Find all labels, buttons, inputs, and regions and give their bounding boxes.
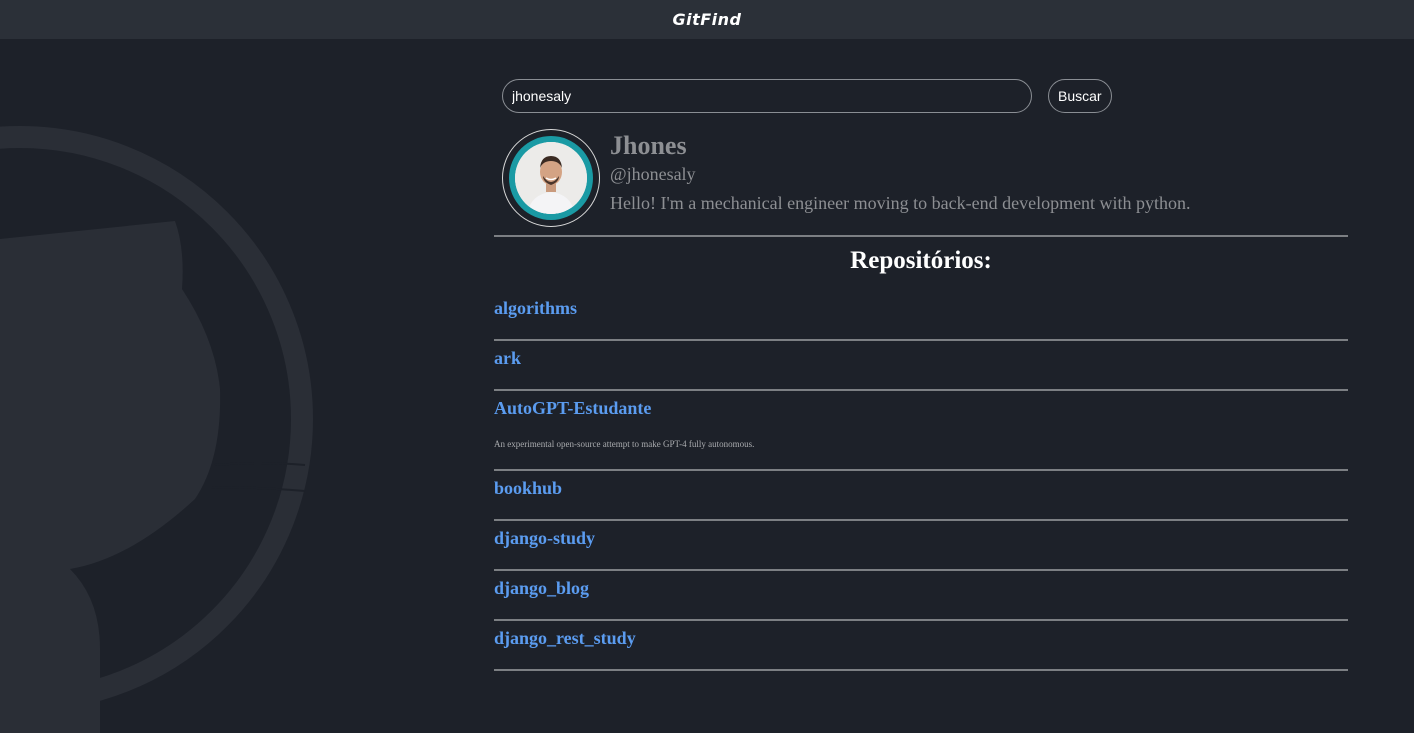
repo-link[interactable]: ark: [494, 348, 521, 368]
person-portrait-icon: [515, 142, 587, 214]
repo-link[interactable]: AutoGPT-Estudante: [494, 398, 651, 418]
profile-login: @jhonesaly: [610, 164, 696, 184]
repo-link[interactable]: algorithms: [494, 298, 577, 318]
list-item: AutoGPT-Estudante An experimental open-so…: [494, 391, 1348, 471]
profile-name: Jhones: [610, 131, 687, 160]
user-profile: Jhones @jhonesaly Hello! I'm a mechanica…: [502, 129, 1191, 227]
profile-bio: Hello! I'm a mechanical engineer moving …: [610, 193, 1191, 213]
search-input[interactable]: [502, 79, 1032, 113]
search-button[interactable]: Buscar: [1048, 79, 1112, 113]
repo-description: An experimental open-source attempt to m…: [494, 439, 755, 449]
repo-link[interactable]: django_rest_study: [494, 628, 636, 648]
profile-info: Jhones @jhonesaly Hello! I'm a mechanica…: [610, 131, 1191, 227]
list-item: bookhub: [494, 471, 1348, 521]
profile-divider: [494, 235, 1348, 237]
app-logo[interactable]: GitFind: [672, 10, 741, 29]
list-item: algorithms: [494, 291, 1348, 341]
repositories-heading: Repositórios:: [850, 247, 992, 274]
search-bar: Buscar: [502, 79, 1112, 113]
top-bar: GitFind: [0, 0, 1414, 39]
avatar-ring: [509, 136, 593, 220]
repo-link[interactable]: bookhub: [494, 478, 562, 498]
list-item: django_blog: [494, 571, 1348, 621]
repo-link[interactable]: django-study: [494, 528, 595, 548]
github-octocat-background-icon: [0, 126, 313, 733]
list-item: django-study: [494, 521, 1348, 571]
avatar: [502, 129, 600, 227]
avatar-photo: [515, 142, 587, 214]
list-item: ark: [494, 341, 1348, 391]
list-item: django_rest_study: [494, 621, 1348, 671]
repositories-section: Repositórios: algorithms ark AutoGPT-Estud…: [494, 245, 1348, 671]
repository-list: algorithms ark AutoGPT-Estudante An experim…: [494, 291, 1348, 671]
repo-link[interactable]: django_blog: [494, 578, 589, 598]
